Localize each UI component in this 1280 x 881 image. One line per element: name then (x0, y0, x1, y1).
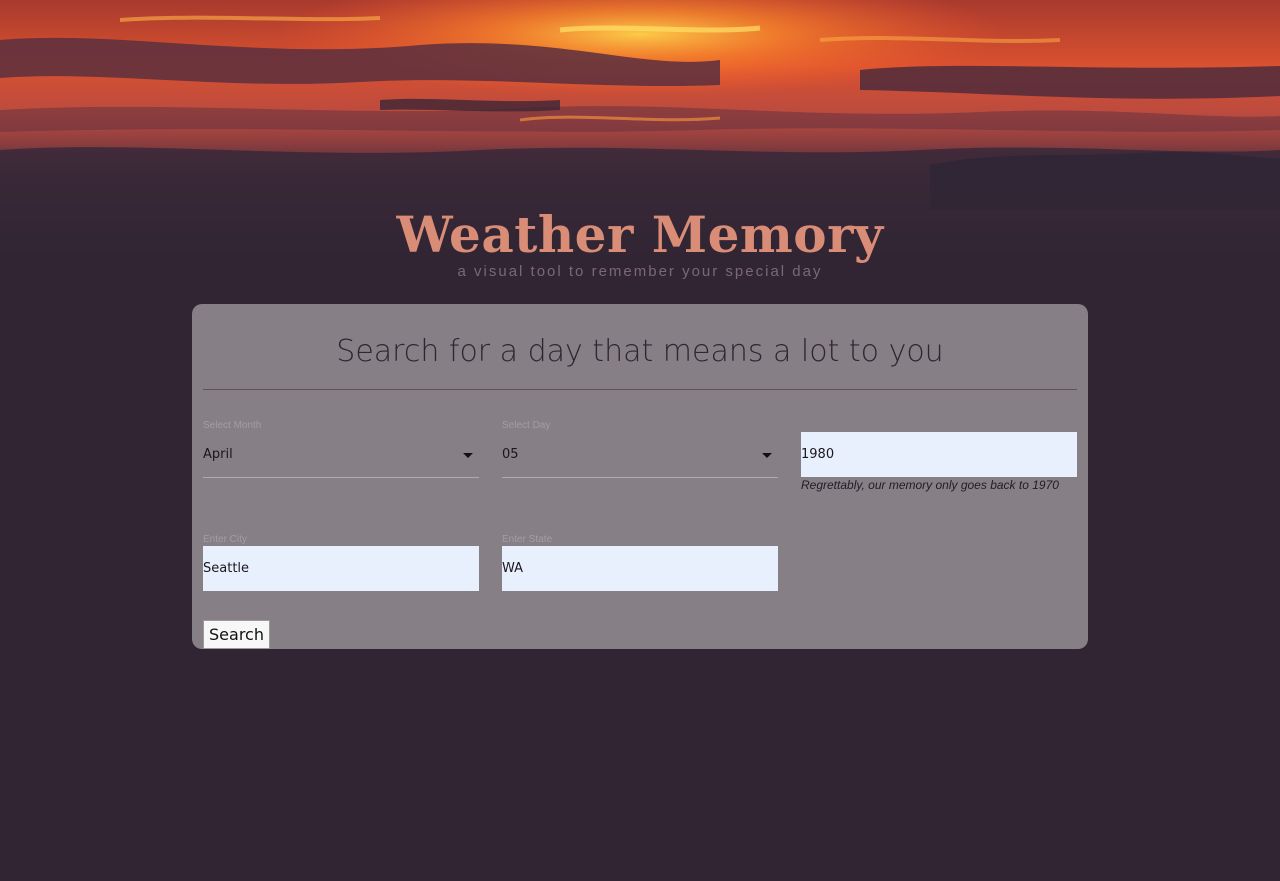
state-input[interactable] (502, 546, 778, 591)
app-title: Weather Memory (396, 205, 884, 264)
state-label: Enter State (502, 534, 553, 545)
dropdown-caret-icon (762, 453, 772, 458)
header: Weather Memory a visual tool to remember… (0, 200, 1280, 280)
year-input[interactable] (801, 432, 1077, 477)
day-label: Select Day (502, 420, 551, 431)
city-label: Enter City (203, 534, 247, 545)
month-label: Select Month (203, 420, 262, 431)
month-select[interactable]: April (203, 433, 479, 478)
day-value: 05 (502, 447, 519, 462)
search-heading: Search for a day that means a lot to you (336, 334, 944, 369)
day-select[interactable]: 05 (502, 433, 778, 478)
city-input[interactable] (203, 546, 479, 591)
app-subtitle: a visual tool to remember your special d… (457, 263, 823, 280)
year-hint: Regrettably, our memory only goes back t… (801, 478, 1059, 492)
month-value: April (203, 447, 233, 462)
dropdown-caret-icon (463, 453, 473, 458)
heading-divider (203, 389, 1077, 390)
search-button[interactable]: Search (203, 620, 270, 649)
